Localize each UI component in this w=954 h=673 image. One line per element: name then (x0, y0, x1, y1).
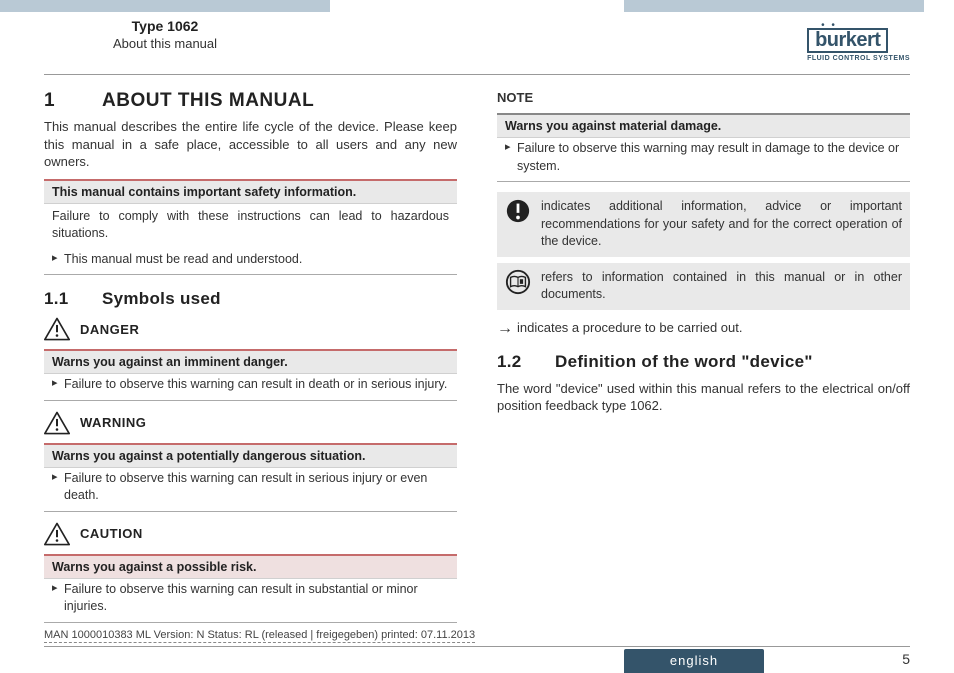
note-label: NOTE (497, 90, 910, 105)
procedure-text: indicates a procedure to be carried out. (517, 320, 742, 335)
danger-heading: Warns you against an imminent danger. (44, 351, 457, 374)
info-advice-row: indicates additional information, advice… (497, 192, 910, 257)
caution-heading: Warns you against a possible risk. (44, 556, 457, 579)
arrow-right-icon: → (497, 320, 513, 337)
footer-divider (44, 646, 910, 647)
heading-1-2-number: 1.2 (497, 352, 555, 372)
note-box: Warns you against material damage. Failu… (497, 113, 910, 182)
procedure-arrow-line: → indicates a procedure to be carried out… (497, 320, 910, 338)
heading-1-2: 1.2Definition of the word "device" (497, 352, 910, 372)
heading-1: 1ABOUT THIS MANUAL (44, 90, 457, 112)
safety-box-bullet: This manual must be read and understood. (44, 249, 457, 275)
safety-box-heading: This manual contains important safety in… (44, 181, 457, 204)
section-1-intro: This manual describes the entire life cy… (44, 118, 457, 171)
warning-triangle-icon (44, 522, 70, 546)
box-bottom-rule (44, 400, 457, 401)
warning-box: Warns you against a potentially dangerou… (44, 443, 457, 512)
warning-bullet: Failure to observe this warning can resu… (44, 468, 457, 511)
type-label: Type 1062 (0, 18, 330, 34)
box-bottom-rule (44, 274, 457, 275)
heading-1-1: 1.1Symbols used (44, 289, 457, 309)
warning-label-row: WARNING (44, 411, 457, 435)
book-reference-icon (505, 269, 531, 295)
note-bullet: Failure to observe this warning may resu… (497, 138, 910, 181)
heading-1-2-text: Definition of the word "device" (555, 352, 813, 371)
safety-box-body: Failure to comply with these instruction… (44, 204, 457, 249)
heading-1-1-number: 1.1 (44, 289, 102, 309)
caution-label-row: CAUTION (44, 522, 457, 546)
page-header: Type 1062 About this manual • • burkert … (0, 18, 954, 74)
info-advice-text: indicates additional information, advice… (541, 198, 902, 251)
logo-wordmark: burkert (807, 28, 888, 53)
header-divider (44, 74, 910, 75)
page-number: 5 (902, 651, 910, 667)
tab-decor-left (0, 0, 330, 12)
box-bottom-rule (44, 511, 457, 512)
page-content: 1ABOUT THIS MANUAL This manual describes… (44, 90, 910, 625)
danger-label-row: DANGER (44, 317, 457, 341)
reference-text: refers to information contained in this … (541, 269, 902, 304)
tab-decor-right (624, 0, 924, 12)
heading-1-1-text: Symbols used (102, 289, 221, 308)
danger-label: DANGER (80, 322, 139, 337)
logo-tagline: FLUID CONTROL SYSTEMS (807, 55, 910, 62)
footer-meta: MAN 1000010383 ML Version: N Status: RL … (44, 629, 475, 643)
warning-triangle-icon (44, 317, 70, 341)
top-tabs (0, 0, 954, 16)
danger-box: Warns you against an imminent danger. Fa… (44, 349, 457, 401)
box-bottom-rule (44, 622, 457, 623)
box-bottom-rule (497, 181, 910, 182)
caution-bullet: Failure to observe this warning can resu… (44, 579, 457, 622)
warning-label: WARNING (80, 415, 146, 430)
language-tab: english (624, 649, 764, 673)
caution-label: CAUTION (80, 526, 143, 541)
brand-logo: • • burkert FLUID CONTROL SYSTEMS (807, 24, 910, 62)
header-title-block: Type 1062 About this manual (0, 18, 330, 51)
caution-box: Warns you against a possible risk. Failu… (44, 554, 457, 623)
heading-1-number: 1 (44, 90, 102, 112)
exclamation-circle-icon (505, 198, 531, 224)
header-subtitle: About this manual (0, 36, 330, 51)
safety-info-box: This manual contains important safety in… (44, 179, 457, 276)
warning-heading: Warns you against a potentially dangerou… (44, 445, 457, 468)
danger-bullet: Failure to observe this warning can resu… (44, 374, 457, 400)
reference-row: refers to information contained in this … (497, 263, 910, 310)
section-1-2-body: The word "device" used within this manua… (497, 380, 910, 415)
note-heading: Warns you against material damage. (497, 115, 910, 138)
heading-1-text: ABOUT THIS MANUAL (102, 90, 314, 111)
warning-triangle-icon (44, 411, 70, 435)
